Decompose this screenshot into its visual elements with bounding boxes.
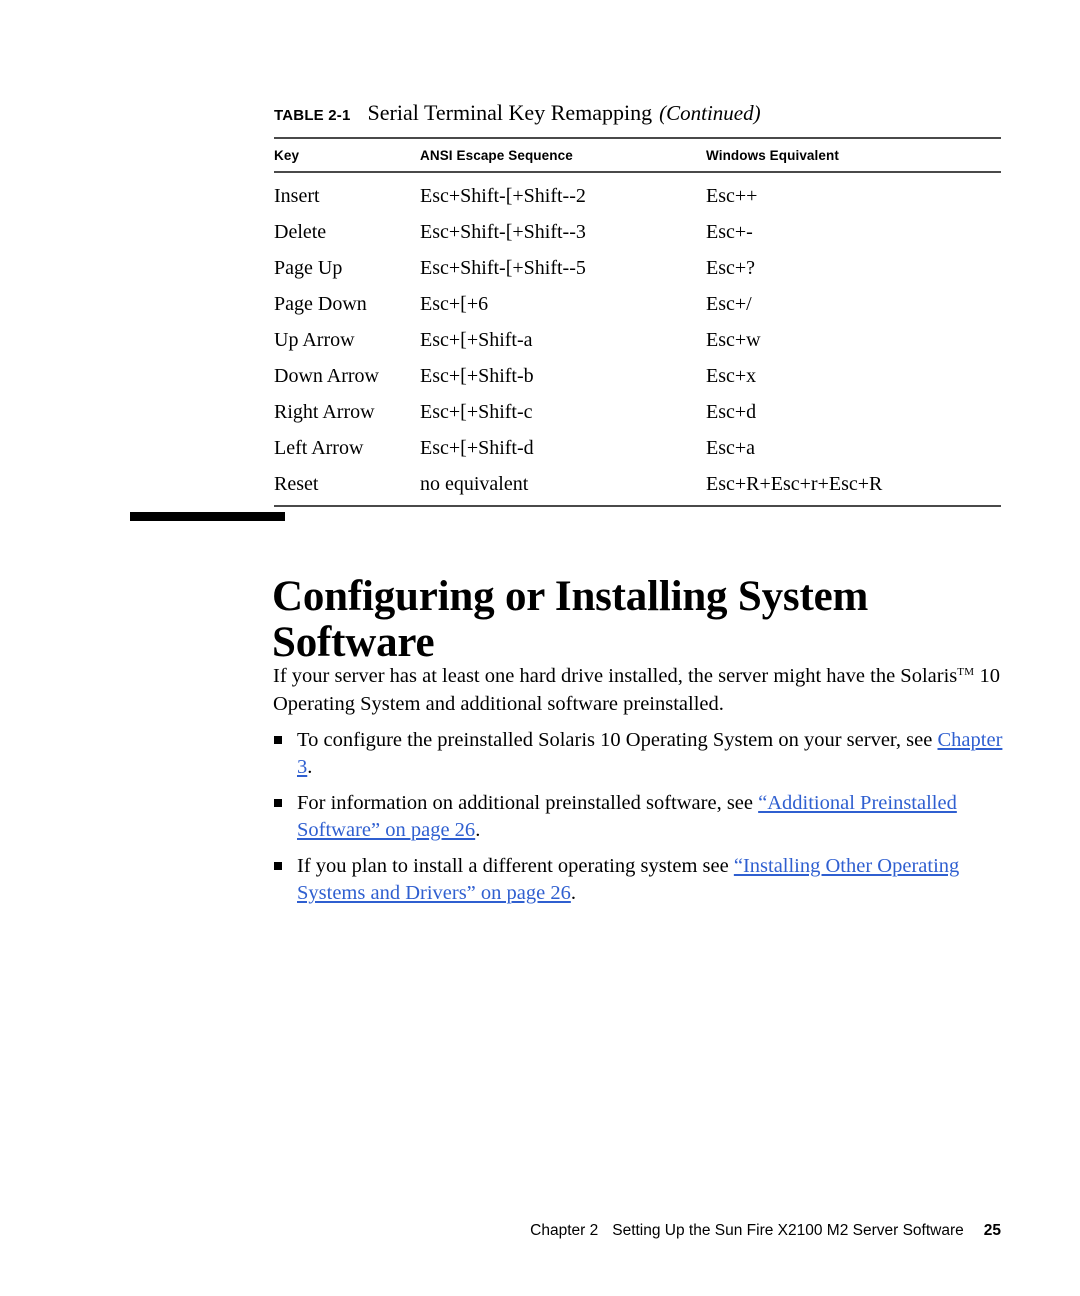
chapter-rule [130, 512, 285, 521]
table-header-row: Key ANSI Escape Sequence Windows Equival… [274, 137, 1001, 173]
column-header-ansi-escape-sequence: ANSI Escape Sequence [420, 137, 706, 173]
bullet-text-before: To configure the preinstalled Solaris 10… [297, 729, 938, 751]
table-row: Right Arrow Esc+[+Shift-c Esc+d [274, 394, 1001, 430]
cell-key: Left Arrow [274, 436, 364, 459]
bullet-text-after: . [475, 819, 481, 841]
square-bullet-icon [274, 799, 282, 807]
bullet-text-before: For information on additional preinstall… [297, 792, 759, 814]
cell-windows: Esc+d [706, 400, 757, 423]
table-row: Delete Esc+Shift-[+Shift--3 Esc+- [274, 214, 1001, 250]
table-row: Page Down Esc+[+6 Esc+/ [274, 286, 1001, 322]
cell-key: Up Arrow [274, 328, 355, 351]
table-row: Insert Esc+Shift-[+Shift--2 Esc++ [274, 172, 1001, 214]
bullet-text-before: If you plan to install a different opera… [297, 855, 734, 877]
table-row: Up Arrow Esc+[+Shift-a Esc+w [274, 322, 1001, 358]
cell-ansi: Esc+[+Shift-a [420, 328, 533, 351]
cell-windows: Esc+R+Esc+r+Esc+R [706, 466, 1001, 507]
serial-terminal-key-remapping-table: Key ANSI Escape Sequence Windows Equival… [274, 137, 1001, 507]
bullet-text-after: . [307, 756, 313, 778]
cell-ansi: Esc+[+6 [420, 292, 489, 315]
column-header-key: Key [274, 137, 420, 173]
reference-bullet-list: To configure the preinstalled Solaris 10… [273, 727, 1009, 907]
page-footer: Chapter 2 Setting Up the Sun Fire X2100 M… [0, 1222, 1001, 1240]
table-row: Page Up Esc+Shift-[+Shift--5 Esc+? [274, 250, 1001, 286]
cell-windows: Esc++ [706, 185, 758, 207]
cell-ansi: Esc+Shift-[+Shift--5 [420, 256, 586, 279]
intro-text-part1: If your server has at least one hard dri… [273, 665, 958, 687]
footer-page-number: 25 [983, 1222, 1001, 1239]
list-item: If you plan to install a different opera… [273, 853, 1009, 907]
cell-key: Down Arrow [274, 364, 379, 387]
cell-key: Reset [274, 466, 420, 507]
cell-ansi: Esc+Shift-[+Shift--2 [420, 185, 586, 207]
table-caption: TABLE 2-1 Serial Terminal Key Remapping (C… [274, 100, 1004, 126]
cell-windows: Esc+? [706, 256, 756, 279]
table-row: Left Arrow Esc+[+Shift-d Esc+a [274, 430, 1001, 466]
footer-title: Setting Up the Sun Fire X2100 M2 Server … [612, 1222, 964, 1239]
table-label: TABLE 2-1 [274, 107, 351, 124]
cell-ansi: Esc+[+Shift-c [420, 400, 533, 423]
cell-ansi: Esc+[+Shift-b [420, 364, 534, 387]
footer-chapter: Chapter 2 [530, 1222, 599, 1239]
trademark-symbol: TM [957, 666, 975, 678]
table-title: Serial Terminal Key Remapping [367, 100, 653, 125]
cell-key: Delete [274, 220, 327, 243]
square-bullet-icon [274, 736, 282, 744]
cell-key: Right Arrow [274, 400, 375, 423]
cell-key: Page Up [274, 256, 343, 279]
cell-windows: Esc+- [706, 220, 753, 243]
cell-windows: Esc+a [706, 436, 756, 459]
cell-ansi: Esc+[+Shift-d [420, 436, 534, 459]
list-item: To configure the preinstalled Solaris 10… [273, 727, 1009, 781]
cell-key: Page Down [274, 292, 367, 315]
cell-key: Insert [274, 185, 320, 207]
intro-paragraph: If your server has at least one hard dri… [273, 658, 1009, 718]
column-header-windows-equivalent: Windows Equivalent [706, 137, 1001, 173]
page-title: Configuring or Installing System Softwar… [272, 572, 869, 666]
square-bullet-icon [274, 862, 282, 870]
list-item: For information on additional preinstall… [273, 790, 1009, 844]
cell-ansi: no equivalent [420, 466, 706, 507]
cell-windows: Esc+x [706, 364, 757, 387]
cell-ansi: Esc+Shift-[+Shift--3 [420, 220, 586, 243]
table-row: Down Arrow Esc+[+Shift-b Esc+x [274, 358, 1001, 394]
body-content: If your server has at least one hard dri… [273, 658, 1009, 907]
table-continued-note: (Continued) [659, 101, 761, 125]
document-page: TABLE 2-1 Serial Terminal Key Remapping (C… [0, 0, 1080, 1296]
bullet-text-after: . [570, 882, 576, 904]
table-row: Reset no equivalent Esc+R+Esc+r+Esc+R [274, 466, 1001, 507]
cell-windows: Esc+/ [706, 292, 752, 315]
cell-windows: Esc+w [706, 328, 761, 351]
